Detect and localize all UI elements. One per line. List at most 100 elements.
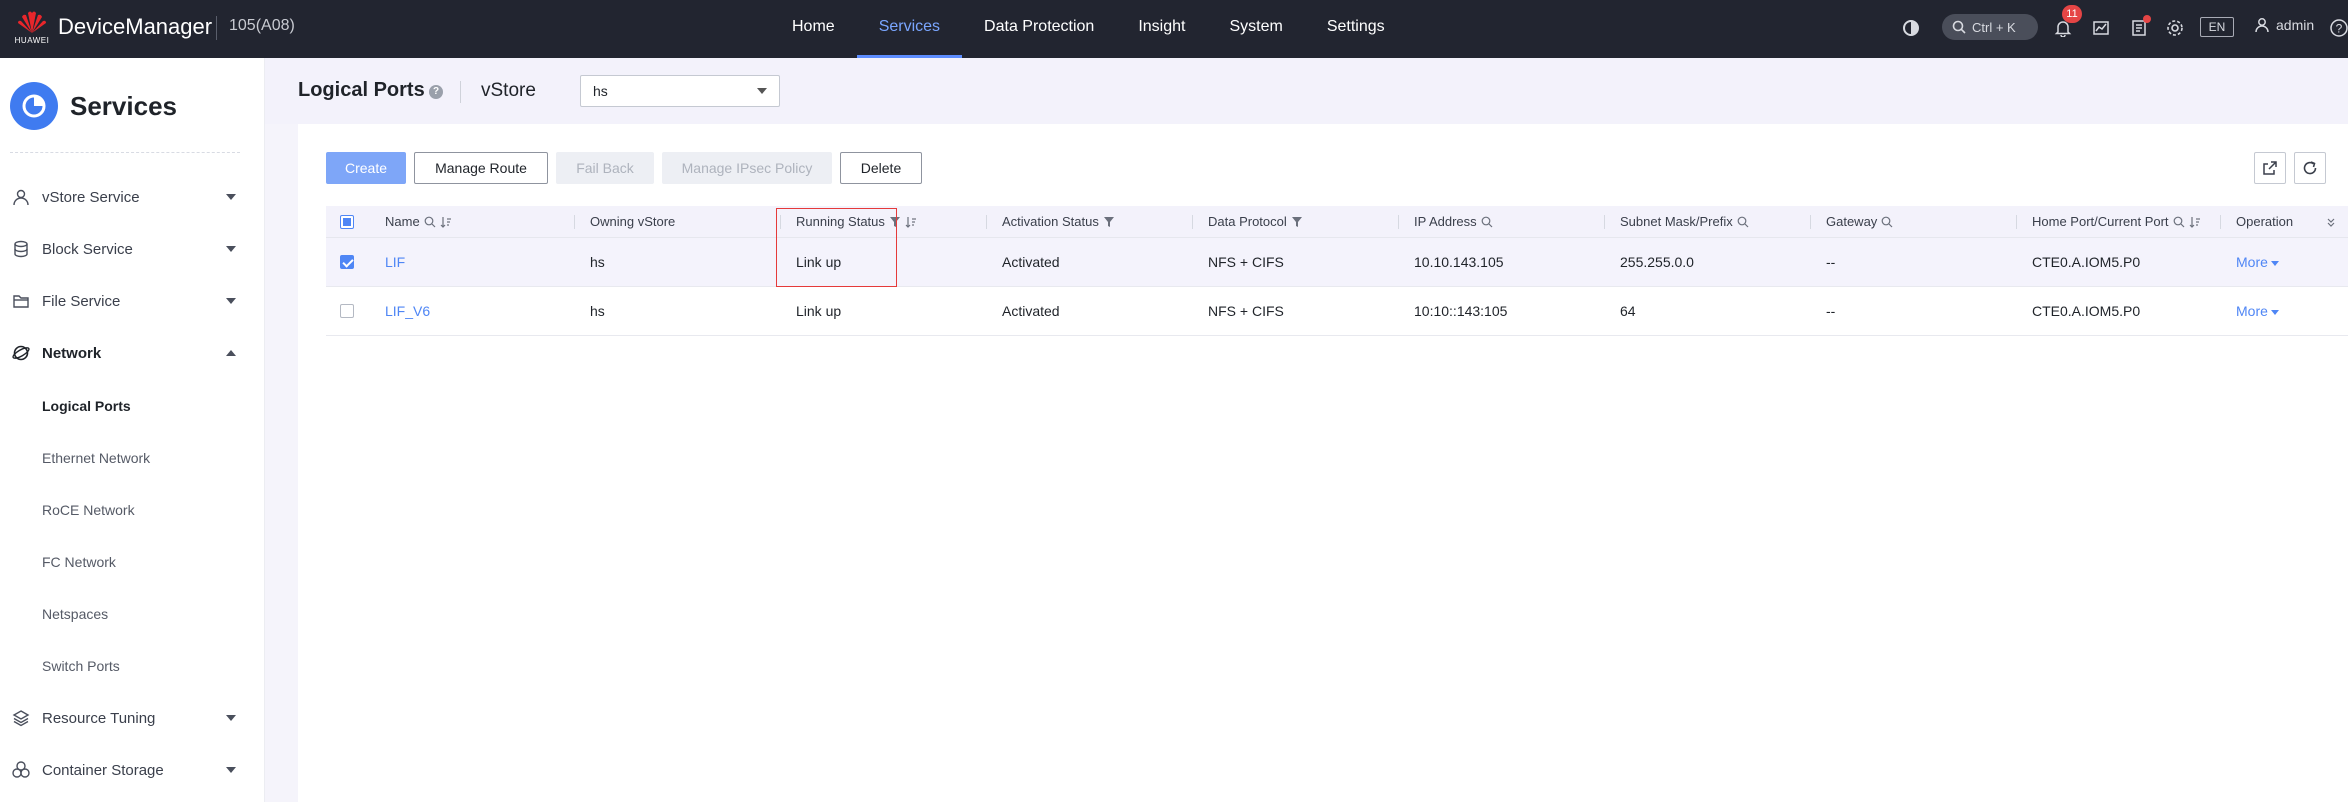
home-port: CTE0.A.IOM5.P0 [2032,254,2141,270]
user-menu[interactable]: admin [2254,17,2314,33]
refresh-icon[interactable] [2294,152,2326,184]
column-activation-status[interactable]: Activation Status [1002,206,1115,237]
filter-icon[interactable] [1103,216,1115,228]
gear-icon[interactable] [2162,15,2188,41]
column-name[interactable]: Name [385,206,452,237]
data-protocol: NFS + CIFS [1208,303,1284,319]
vstore-select[interactable]: hs [580,75,780,107]
search-icon[interactable] [424,216,436,228]
task-dot-badge [2143,15,2151,23]
language-switch[interactable]: EN [2200,17,2234,37]
column-running-status[interactable]: Running Status [796,206,917,237]
chevron-down-icon [226,767,236,773]
user-icon [10,186,32,208]
column-data-protocol[interactable]: Data Protocol [1208,206,1303,237]
top-bar: HUAWEI DeviceManager 105(A08) Home Servi… [0,0,2348,58]
vstore-label: vStore [481,80,536,101]
nav-home[interactable]: Home [770,0,857,58]
port-name-link[interactable]: LIF [385,238,405,286]
database-icon [10,238,32,260]
more-dropdown[interactable]: More [2236,238,2279,286]
column-name-label: Name [385,214,420,229]
table-row[interactable]: LIF hs Link up Activated NFS + CIFS 10.1… [326,238,2348,287]
sidebar-item-resource-tuning[interactable]: Resource Tuning [0,692,265,744]
notification-badge: 11 [2062,5,2082,23]
sort-icon[interactable] [440,216,452,228]
table-row[interactable]: LIF_V6 hs Link up Activated NFS + CIFS 1… [326,287,2348,336]
gateway: -- [1826,303,1836,319]
more-dropdown[interactable]: More [2236,287,2279,335]
search-icon[interactable] [1737,216,1749,228]
column-divider [1810,215,1811,229]
search-icon[interactable] [1881,216,1893,228]
port-name-link[interactable]: LIF_V6 [385,287,430,335]
huawei-logo-icon [18,11,46,33]
filter-icon[interactable] [1291,216,1303,228]
home-port: CTE0.A.IOM5.P0 [2032,303,2141,319]
select-all-checkbox[interactable] [340,206,354,237]
subnet-mask: 64 [1620,303,1636,319]
row-checkbox[interactable] [340,238,354,286]
sort-icon[interactable] [905,216,917,228]
running-status: Link up [796,254,842,270]
sidebar-sub-fc-network[interactable]: FC Network [42,554,116,570]
sidebar-item-file-service[interactable]: File Service [0,275,265,327]
sidebar-item-label: Block Service [42,240,133,258]
column-gateway-label: Gateway [1826,214,1878,229]
sidebar-item-network[interactable]: Network [0,327,265,379]
layers-icon [10,707,32,729]
chevron-down-icon [2270,309,2279,315]
sidebar-item-vstore-service[interactable]: vStore Service [0,171,265,223]
nav-services[interactable]: Services [856,0,963,58]
fail-back-button[interactable]: Fail Back [556,152,654,184]
sidebar-sub-logical-ports[interactable]: Logical Ports [42,398,131,414]
column-home-port[interactable]: Home Port/Current Port [2032,206,2201,237]
sidebar-item-block-service[interactable]: Block Service [0,223,265,275]
container-icon [10,759,32,781]
column-gateway[interactable]: Gateway [1826,206,1893,237]
monitor-chart-icon[interactable] [2088,15,2114,41]
nav-settings[interactable]: Settings [1305,0,1407,58]
nav-insight[interactable]: Insight [1116,0,1207,58]
search-icon[interactable] [1481,216,1493,228]
sidebar-item-label: File Service [42,292,121,310]
manage-ipsec-policy-button[interactable]: Manage IPsec Policy [662,152,832,184]
page-header: Logical Ports ? vStore hs [265,58,2348,124]
services-pie-icon [10,82,58,130]
global-search-button[interactable]: Ctrl + K [1942,14,2038,40]
export-icon[interactable] [2254,152,2286,184]
chevron-down-icon [757,88,767,94]
column-settings-icon[interactable] [2326,206,2336,237]
column-ip-address[interactable]: IP Address [1414,206,1493,237]
create-button[interactable]: Create [326,152,406,184]
column-subnet[interactable]: Subnet Mask/Prefix [1620,206,1749,237]
column-data-protocol-label: Data Protocol [1208,214,1287,229]
sidebar-sub-ethernet-network[interactable]: Ethernet Network [42,450,150,466]
running-status: Link up [796,303,842,319]
title-divider [216,16,217,40]
search-shortcut: Ctrl + K [1972,19,2016,35]
column-operation: Operation [2236,214,2294,229]
filter-icon[interactable] [889,216,901,228]
sidebar-item-container-storage[interactable]: Container Storage [0,744,265,796]
row-checkbox[interactable] [340,287,354,335]
chevron-down-icon [226,246,236,252]
sidebar-sub-roce-network[interactable]: RoCE Network [42,502,135,518]
theme-toggle-icon[interactable] [1898,15,1924,41]
owning-vstore: hs [590,254,605,270]
sort-icon[interactable] [2189,216,2201,228]
help-circle-icon[interactable]: ? [429,85,443,99]
content-panel: Create Manage Route Fail Back Manage IPs… [298,124,2348,802]
nav-system[interactable]: System [1207,0,1304,58]
toolbar: Create Manage Route Fail Back Manage IPs… [326,152,922,184]
help-icon[interactable]: ? [2326,15,2348,41]
column-subnet-label: Subnet Mask/Prefix [1620,214,1733,229]
sidebar-header: Services [10,82,177,130]
nav-data-protection[interactable]: Data Protection [962,0,1116,58]
search-icon[interactable] [2173,216,2185,228]
sidebar-sub-switch-ports[interactable]: Switch Ports [42,658,120,674]
delete-button[interactable]: Delete [840,152,922,184]
manage-route-button[interactable]: Manage Route [414,152,548,184]
sidebar: Services vStore Service Block Service Fi… [0,58,265,802]
sidebar-sub-netspaces[interactable]: Netspaces [42,606,108,622]
